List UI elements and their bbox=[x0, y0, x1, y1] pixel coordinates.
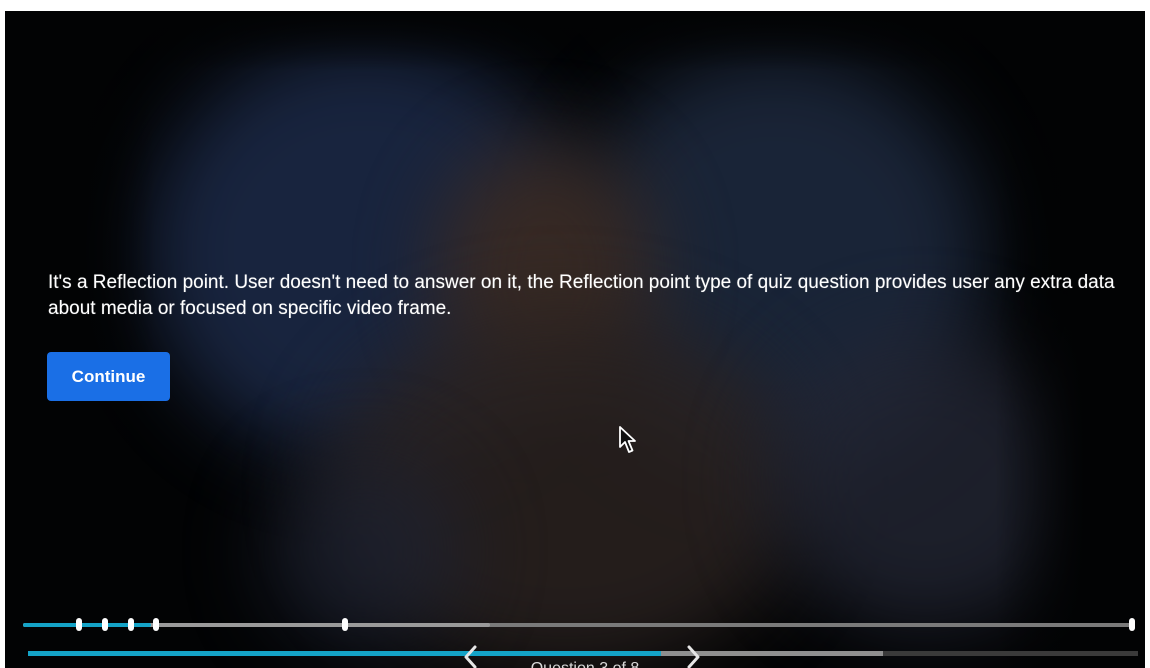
timeline-cue-point[interactable] bbox=[102, 618, 109, 631]
video-timeline[interactable] bbox=[23, 617, 1135, 633]
timeline-cue-point[interactable] bbox=[127, 618, 134, 631]
video-frame-blurred bbox=[5, 11, 1145, 668]
chevron-left-icon bbox=[464, 645, 477, 668]
next-question-button[interactable] bbox=[680, 643, 706, 668]
question-counter: Question 3 of 8 bbox=[500, 659, 670, 668]
timeline-cue-point[interactable] bbox=[1128, 618, 1135, 631]
question-text: It's a Reflection point. User doesn't ne… bbox=[48, 272, 1115, 319]
question-progress-fill bbox=[28, 651, 661, 656]
continue-button[interactable]: Continue bbox=[47, 352, 170, 401]
question-progress-bar: Question 3 of 8 bbox=[28, 645, 1138, 668]
timeline-cue-point[interactable] bbox=[153, 618, 160, 631]
mouse-pointer-icon bbox=[619, 426, 636, 453]
video-player: It's a Reflection point. User doesn't ne… bbox=[5, 11, 1145, 668]
previous-question-button[interactable] bbox=[458, 643, 484, 668]
chevron-right-icon bbox=[687, 645, 700, 668]
timeline-cue-point[interactable] bbox=[75, 618, 82, 631]
timeline-cue-point[interactable] bbox=[342, 618, 349, 631]
